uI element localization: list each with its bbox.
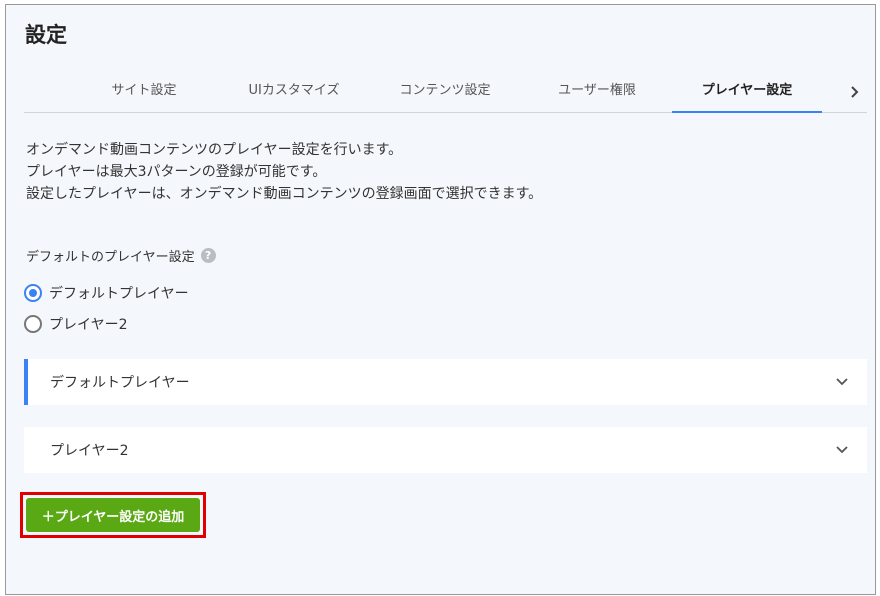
tab-player-settings[interactable]: プレイヤー設定	[672, 75, 822, 113]
description: オンデマンド動画コンテンツのプレイヤー設定を行います。 プレイヤーは最大3パター…	[26, 139, 542, 205]
tab-user-permissions[interactable]: ユーザー権限	[522, 75, 672, 113]
description-line: オンデマンド動画コンテンツのプレイヤー設定を行います。	[26, 142, 403, 158]
tab-bar: サイト設定 UIカスタマイズ コンテンツ設定 ユーザー権限 プレイヤー設定	[24, 75, 867, 113]
tab-content-settings[interactable]: コンテンツ設定	[370, 75, 520, 113]
chevron-down-icon[interactable]	[835, 375, 849, 389]
panel-default-player[interactable]: デフォルトプレイヤー	[24, 359, 867, 405]
tab-ui-customize[interactable]: UIカスタマイズ	[219, 75, 369, 113]
add-button-highlight: ＋プレイヤー設定の追加	[20, 492, 206, 538]
radio-default-player[interactable]: デフォルトプレイヤー	[24, 283, 189, 303]
radio-label: プレイヤー2	[49, 317, 128, 333]
page-title: 設定	[25, 23, 67, 47]
help-icon[interactable]: ?	[200, 248, 216, 263]
description-line: 設定したプレイヤーは、オンデマンド動画コンテンツの登録画面で選択できます。	[26, 186, 543, 202]
radio-checked-icon[interactable]	[24, 284, 42, 302]
panel-title: プレイヤー2	[50, 443, 129, 459]
radio-unchecked-icon[interactable]	[24, 315, 42, 333]
panel-player-2[interactable]: プレイヤー2	[24, 427, 867, 473]
chevron-right-icon[interactable]	[845, 81, 865, 103]
panel-title: デフォルトプレイヤー	[50, 375, 190, 391]
add-player-setting-button[interactable]: ＋プレイヤー設定の追加	[26, 498, 200, 532]
tab-site-settings[interactable]: サイト設定	[69, 75, 219, 113]
settings-frame: 設定 サイト設定 UIカスタマイズ コンテンツ設定 ユーザー権限 プレイヤー設定…	[5, 4, 876, 595]
section-label-text: デフォルトのプレイヤー設定	[26, 250, 195, 265]
default-player-setting-label: デフォルトのプレイヤー設定 ?	[26, 246, 216, 265]
description-line: プレイヤーは最大3パターンの登録が可能です。	[26, 164, 327, 180]
radio-label: デフォルトプレイヤー	[49, 286, 189, 302]
chevron-down-icon[interactable]	[835, 443, 849, 457]
radio-player-2[interactable]: プレイヤー2	[24, 314, 128, 334]
